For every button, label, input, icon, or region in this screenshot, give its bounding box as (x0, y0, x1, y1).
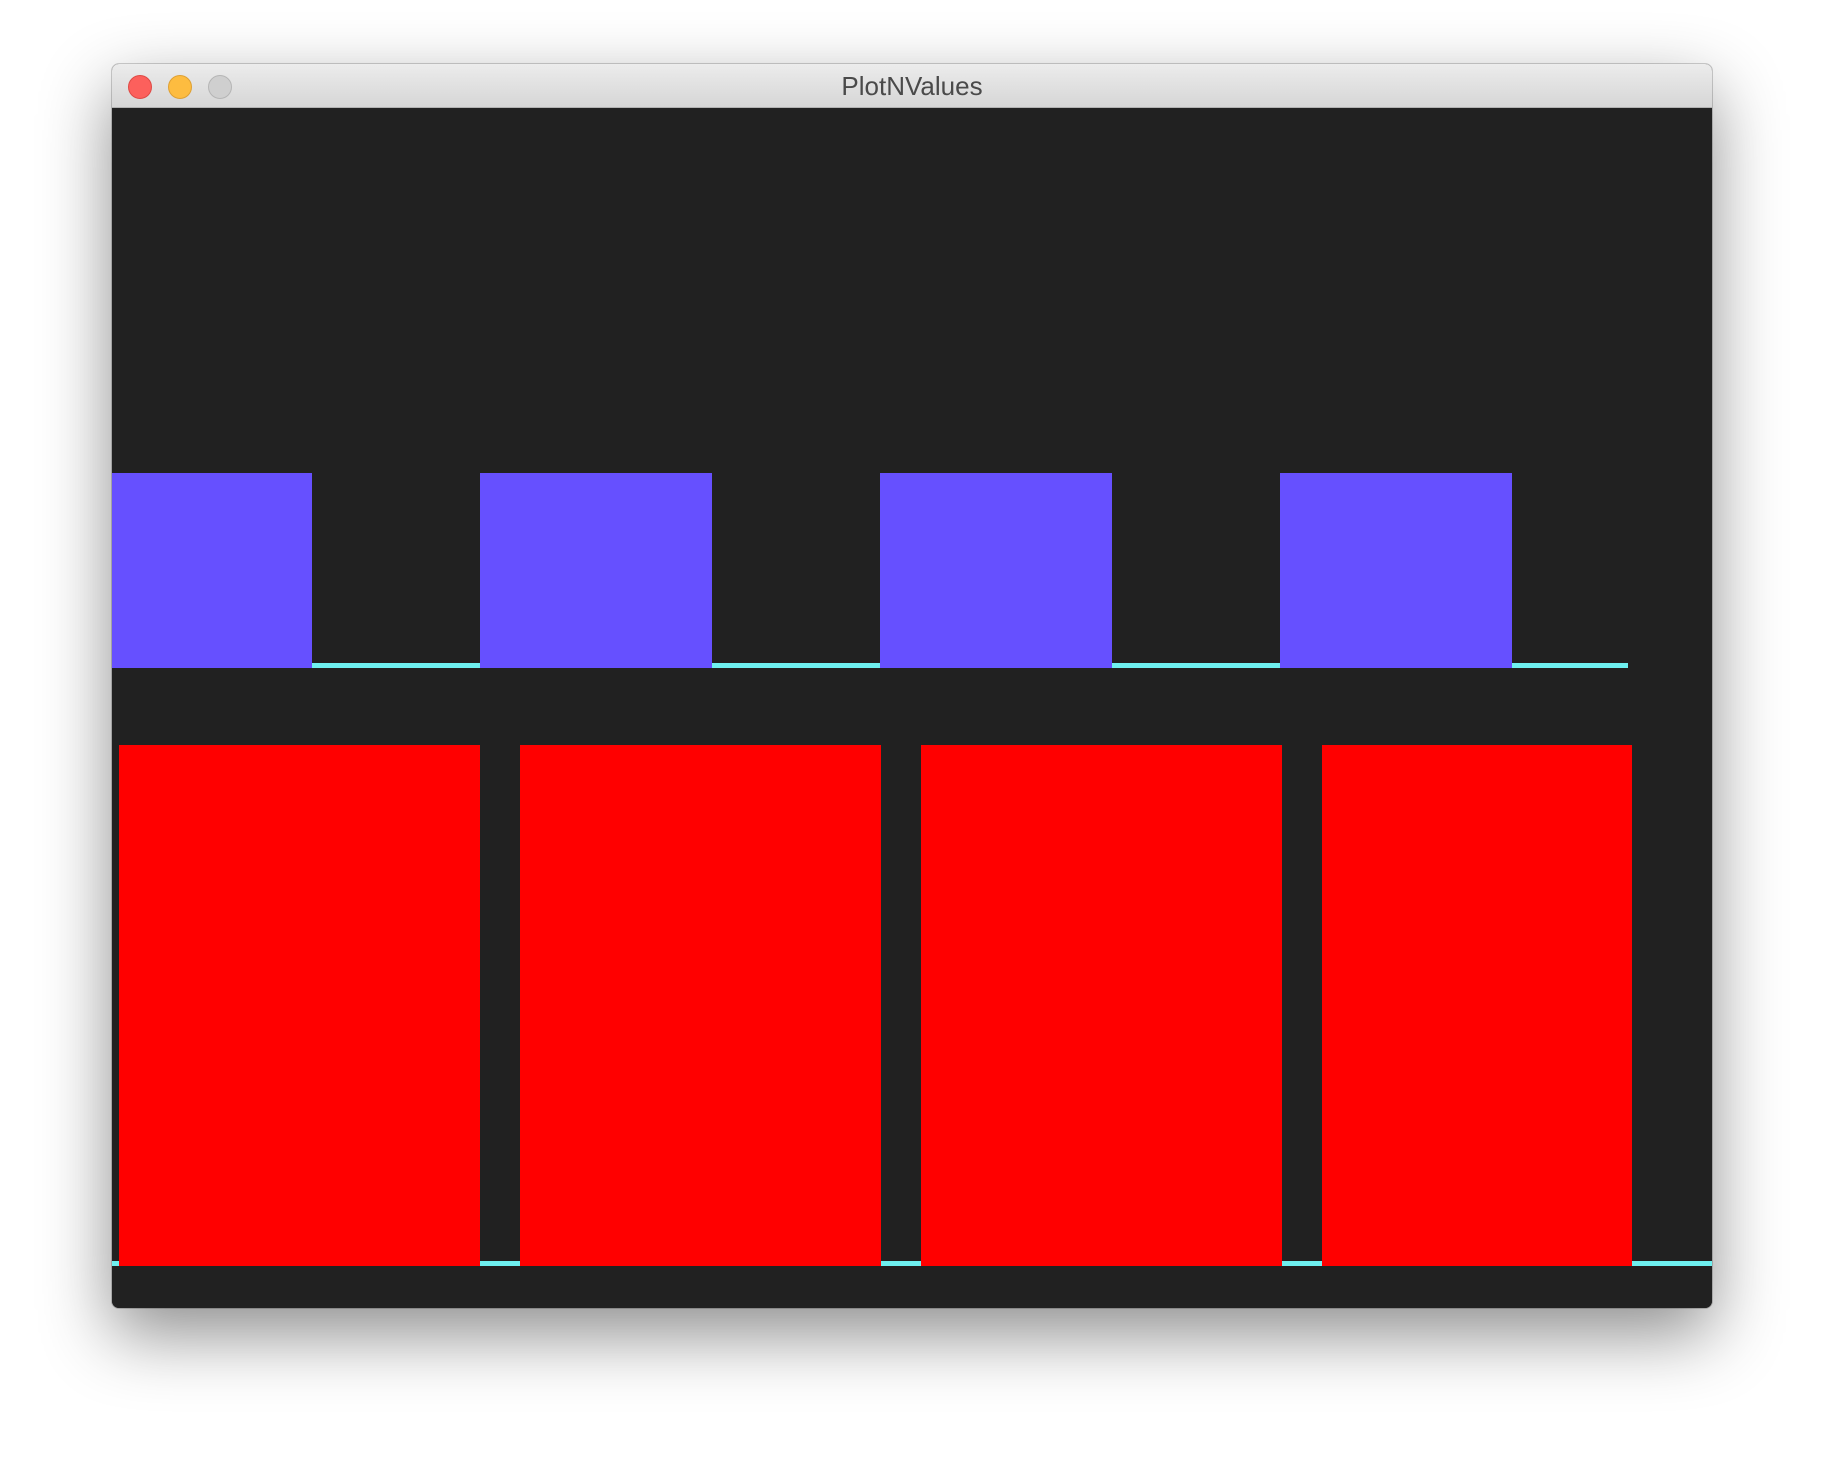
plot-canvas (112, 108, 1712, 1308)
bottom-series-bar (520, 745, 881, 1266)
bottom-series-bar (1322, 745, 1632, 1266)
top-series-baseline (1512, 663, 1628, 668)
top-series-baseline (1112, 663, 1280, 668)
app-window: PlotNValues (112, 64, 1712, 1308)
bottom-series-bar (921, 745, 1282, 1266)
top-series-bar (880, 473, 1112, 668)
bottom-series-baseline (112, 1261, 119, 1266)
top-series-bar (480, 473, 712, 668)
top-series-bar (112, 473, 312, 668)
bottom-series-bar (119, 745, 480, 1266)
plot-svg (112, 473, 1712, 1266)
bottom-series-baseline (1282, 1261, 1322, 1266)
top-series-bar (1280, 473, 1512, 668)
title-bar[interactable]: PlotNValues (112, 64, 1712, 108)
bottom-series-baseline (1632, 1261, 1712, 1266)
bottom-series-baseline (480, 1261, 520, 1266)
top-series-baseline (312, 663, 480, 668)
window-title: PlotNValues (841, 71, 983, 101)
bottom-series-baseline (881, 1261, 921, 1266)
top-series-baseline (712, 663, 880, 668)
